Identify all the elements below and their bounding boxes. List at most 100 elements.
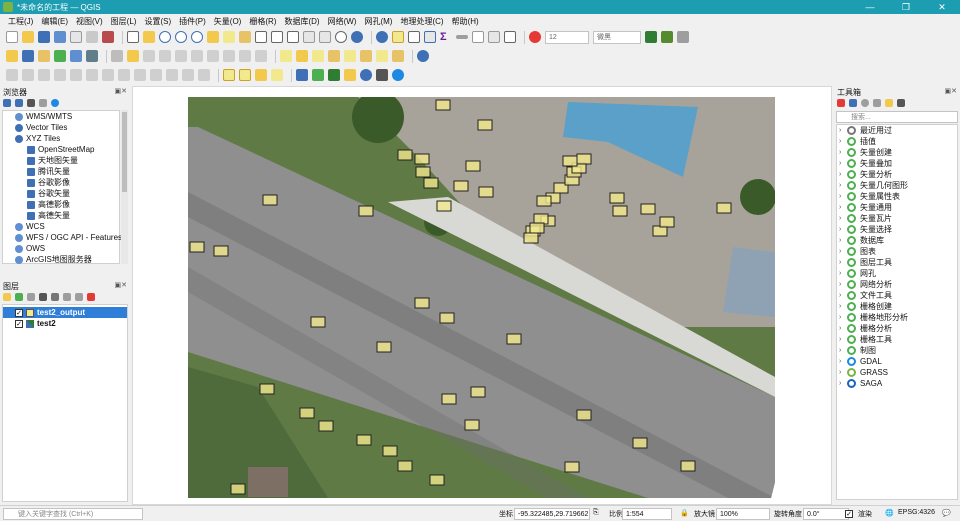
pan-icon[interactable] [127, 31, 139, 43]
refresh-browser-icon[interactable] [15, 99, 23, 107]
vehicle-detection-box[interactable] [429, 474, 445, 486]
font-size-field[interactable]: 12 [545, 30, 589, 44]
redo-icon[interactable] [255, 50, 267, 62]
vehicle-detection-box[interactable] [576, 409, 592, 421]
browser-item[interactable]: 高德影像 [3, 199, 119, 210]
toolbox-group[interactable]: › 网络分析 [837, 279, 957, 290]
statistics-icon[interactable]: Σ [440, 31, 452, 43]
copy-features-icon[interactable] [207, 50, 219, 62]
vehicle-detection-box[interactable] [414, 153, 430, 165]
rotate-label-icon[interactable] [360, 50, 372, 62]
filter-legend-icon[interactable] [39, 293, 47, 301]
menu-database[interactable]: 数据库(D) [280, 16, 323, 27]
pan-to-selection-icon[interactable] [143, 31, 155, 43]
new-map-view-icon[interactable] [303, 31, 315, 43]
processing-toolbox-icon[interactable] [424, 31, 436, 43]
expand-arrow-icon[interactable]: › [839, 193, 847, 200]
toolbox-group[interactable]: › SAGA [837, 378, 957, 389]
panel-float-close-icon[interactable]: ▣✕ [115, 281, 127, 289]
history-icon[interactable] [861, 99, 869, 107]
move-label-icon[interactable] [344, 50, 356, 62]
zoom-last-icon[interactable] [271, 31, 283, 43]
new-3d-view-icon[interactable] [319, 31, 331, 43]
options-icon[interactable] [897, 99, 905, 107]
toolbox-group[interactable]: › 图表 [837, 246, 957, 257]
vehicle-detection-box[interactable] [562, 155, 578, 167]
layer-row-test2[interactable]: ✓ test2 [3, 318, 127, 329]
vehicle-detection-box[interactable] [529, 222, 545, 234]
vehicle-detection-box[interactable] [310, 316, 326, 328]
toolbox-group[interactable]: › 矢量属性表 [837, 191, 957, 202]
browser-item[interactable]: WFS / OGC API - Features [3, 232, 122, 243]
toolbox-group[interactable]: › 矢量通用 [837, 202, 957, 213]
vehicle-detection-box[interactable] [470, 386, 486, 398]
menu-help[interactable]: 帮助(H) [448, 16, 483, 27]
crs-button[interactable]: EPSG:4326 [898, 509, 935, 516]
browser-item[interactable]: WMS/WMTS [3, 111, 119, 122]
toolbox-group[interactable]: › 数据库 [837, 235, 957, 246]
plugin-cog-icon[interactable] [344, 69, 356, 81]
coordinate-toggle-icon[interactable]: ⎘ [593, 509, 599, 517]
digitize-icon[interactable] [143, 50, 155, 62]
toolbox-group[interactable]: › 矢量创建 [837, 147, 957, 158]
merge-features-icon[interactable] [198, 69, 210, 81]
expand-arrow-icon[interactable]: › [839, 171, 847, 178]
zoom-native-icon[interactable] [255, 31, 267, 43]
expand-arrow-icon[interactable]: › [839, 369, 847, 376]
vehicle-detection-box[interactable] [230, 483, 246, 495]
delete-ring-icon[interactable] [118, 69, 130, 81]
vehicle-detection-box[interactable] [189, 241, 205, 253]
expand-arrow-icon[interactable]: › [839, 149, 847, 156]
menu-web[interactable]: 网络(W) [324, 16, 361, 27]
vehicle-detection-box[interactable] [564, 461, 580, 473]
select-features-icon[interactable] [392, 31, 404, 43]
vehicle-detection-box[interactable] [523, 232, 539, 244]
close-button[interactable]: ✕ [924, 0, 960, 14]
expand-arrow-icon[interactable]: › [839, 204, 847, 211]
vertex-tool-icon[interactable] [159, 50, 171, 62]
vehicle-detection-box[interactable] [259, 383, 275, 395]
identify-icon[interactable] [376, 31, 388, 43]
menu-vector[interactable]: 矢量(O) [210, 16, 246, 27]
add-group-icon[interactable] [15, 293, 23, 301]
vehicle-detection-box[interactable] [576, 153, 592, 165]
collapse-all-icon[interactable] [39, 99, 47, 107]
expand-arrow-icon[interactable]: › [839, 138, 847, 145]
vehicle-detection-box[interactable] [506, 333, 522, 345]
add-vector-layer-icon[interactable] [38, 50, 50, 62]
coordinate-field[interactable]: -95.322485,29.719662 [514, 508, 590, 520]
maximize-button[interactable]: ❐ [888, 0, 924, 14]
current-edits-icon[interactable] [111, 50, 123, 62]
label-rotate-icon[interactable] [677, 31, 689, 43]
expand-arrow-icon[interactable]: › [839, 248, 847, 255]
vehicle-detection-box[interactable] [680, 460, 696, 472]
browser-item[interactable]: 谷歌矢量 [3, 188, 119, 199]
layout-manager-icon[interactable] [86, 31, 98, 43]
label-properties-icon[interactable] [392, 50, 404, 62]
add-part-icon[interactable] [86, 69, 98, 81]
change-label-icon[interactable] [376, 50, 388, 62]
style-panel-icon[interactable] [3, 293, 11, 301]
expand-arrow-icon[interactable]: › [839, 182, 847, 189]
toolbox-group[interactable]: › 最近用过 [837, 125, 957, 136]
add-postgis-icon[interactable] [86, 50, 98, 62]
reshape-icon[interactable] [150, 69, 162, 81]
plugin-refresh-icon[interactable] [360, 69, 372, 81]
edit-features-in-place-icon[interactable] [885, 99, 893, 107]
expand-arrow-icon[interactable]: › [839, 325, 847, 332]
collapse-all-layers-icon[interactable] [75, 293, 83, 301]
scale-feature-icon[interactable] [38, 69, 50, 81]
rotate-feature-icon[interactable] [22, 69, 34, 81]
vehicle-detection-box[interactable] [213, 245, 229, 257]
vehicle-detection-box[interactable] [477, 119, 493, 131]
select-by-expression-icon[interactable] [239, 69, 251, 81]
paste-features-icon[interactable] [223, 50, 235, 62]
vehicle-detection-box[interactable] [414, 297, 430, 309]
filter-browser-icon[interactable] [27, 99, 35, 107]
expand-arrow-icon[interactable]: › [839, 292, 847, 299]
menu-view[interactable]: 视图(V) [72, 16, 107, 27]
toolbox-group[interactable]: › 插值 [837, 136, 957, 147]
delete-part-icon[interactable] [134, 69, 146, 81]
zoom-selection-icon[interactable] [223, 31, 235, 43]
bookmark-icon[interactable] [488, 31, 500, 43]
